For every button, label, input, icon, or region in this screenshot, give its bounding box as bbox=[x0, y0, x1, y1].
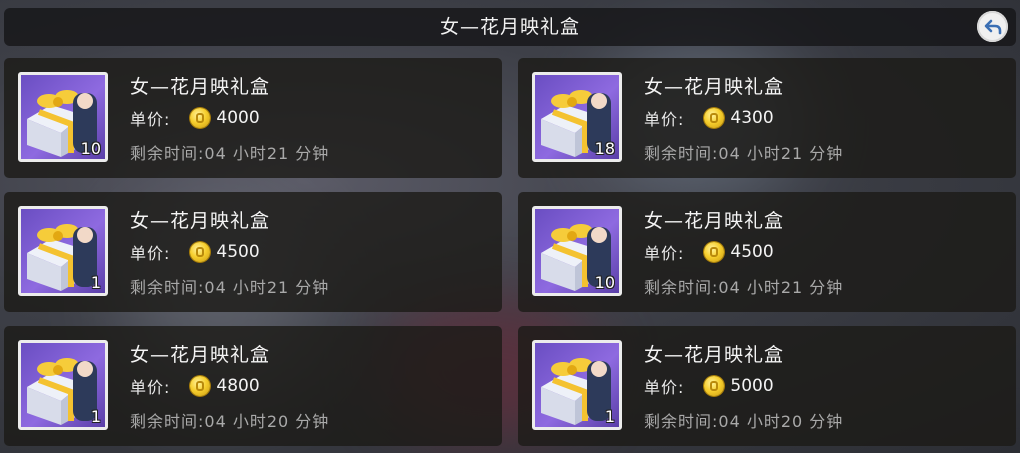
listing-card[interactable]: 18 女—花月映礼盒 单价: 4300 剩余时间: 04 小时21 分钟 bbox=[518, 58, 1016, 178]
gift-box-icon: 1 bbox=[18, 340, 108, 430]
price-label: 单价: bbox=[644, 244, 685, 263]
item-name: 女—花月映礼盒 bbox=[644, 210, 785, 232]
price-label: 单价: bbox=[644, 378, 685, 397]
listing-grid: 10 女—花月映礼盒 单价: 4000 剩余时间: 04 小时21 分钟 18 … bbox=[4, 58, 1016, 448]
time-left: 04 小时20 分钟 bbox=[204, 412, 330, 431]
price-row: 单价: 4300 bbox=[644, 106, 774, 130]
time-label: 剩余时间: bbox=[644, 412, 719, 431]
item-name: 女—花月映礼盒 bbox=[644, 76, 785, 98]
listing-card[interactable]: 1 女—花月映礼盒 单价: 5000 剩余时间: 04 小时20 分钟 bbox=[518, 326, 1016, 446]
price-row: 单价: 4800 bbox=[130, 374, 260, 398]
page-title: 女—花月映礼盒 bbox=[439, 16, 580, 38]
price-value: 4800 bbox=[216, 376, 260, 396]
back-button[interactable] bbox=[977, 11, 1008, 42]
price-label: 单价: bbox=[130, 244, 171, 263]
price-row: 单价: 4000 bbox=[130, 106, 260, 130]
quantity-label: 10 bbox=[80, 139, 101, 158]
gold-coin-icon bbox=[190, 376, 211, 396]
time-label: 剩余时间: bbox=[130, 412, 205, 431]
quantity-label: 1 bbox=[90, 273, 101, 292]
time-left: 04 小时21 分钟 bbox=[718, 278, 844, 297]
time-row: 剩余时间: 04 小时21 分钟 bbox=[644, 274, 843, 298]
quantity-label: 10 bbox=[594, 273, 615, 292]
quantity-label: 1 bbox=[604, 407, 615, 426]
price-value: 5000 bbox=[730, 376, 774, 396]
price-row: 单价: 5000 bbox=[644, 374, 774, 398]
time-label: 剩余时间: bbox=[130, 278, 205, 297]
quantity-label: 1 bbox=[90, 407, 101, 426]
time-left: 04 小时21 分钟 bbox=[204, 278, 330, 297]
price-row: 单价: 4500 bbox=[644, 240, 774, 264]
price-label: 单价: bbox=[130, 110, 171, 129]
item-name: 女—花月映礼盒 bbox=[130, 76, 271, 98]
title-bar: 女—花月映礼盒 bbox=[4, 8, 1016, 46]
time-left: 04 小时21 分钟 bbox=[718, 144, 844, 163]
time-row: 剩余时间: 04 小时21 分钟 bbox=[130, 274, 329, 298]
gift-box-icon: 10 bbox=[18, 72, 108, 162]
quantity-label: 18 bbox=[594, 139, 615, 158]
price-value: 4500 bbox=[216, 242, 260, 262]
gold-coin-icon bbox=[704, 242, 725, 262]
gift-box-icon: 18 bbox=[532, 72, 622, 162]
gold-coin-icon bbox=[704, 376, 725, 396]
price-row: 单价: 4500 bbox=[130, 240, 260, 264]
time-row: 剩余时间: 04 小时20 分钟 bbox=[130, 408, 329, 432]
listing-card[interactable]: 10 女—花月映礼盒 单价: 4000 剩余时间: 04 小时21 分钟 bbox=[4, 58, 502, 178]
listing-card[interactable]: 1 女—花月映礼盒 单价: 4800 剩余时间: 04 小时20 分钟 bbox=[4, 326, 502, 446]
gift-box-icon: 1 bbox=[18, 206, 108, 296]
price-value: 4000 bbox=[216, 108, 260, 128]
time-label: 剩余时间: bbox=[644, 278, 719, 297]
listing-card[interactable]: 1 女—花月映礼盒 单价: 4500 剩余时间: 04 小时21 分钟 bbox=[4, 192, 502, 312]
gold-coin-icon bbox=[704, 108, 725, 128]
gift-box-icon: 1 bbox=[532, 340, 622, 430]
back-arrow-icon bbox=[984, 19, 1001, 34]
item-name: 女—花月映礼盒 bbox=[130, 210, 271, 232]
time-row: 剩余时间: 04 小时21 分钟 bbox=[644, 140, 843, 164]
price-label: 单价: bbox=[130, 378, 171, 397]
listing-card[interactable]: 10 女—花月映礼盒 单价: 4500 剩余时间: 04 小时21 分钟 bbox=[518, 192, 1016, 312]
time-label: 剩余时间: bbox=[644, 144, 719, 163]
gold-coin-icon bbox=[190, 242, 211, 262]
item-name: 女—花月映礼盒 bbox=[644, 344, 785, 366]
gift-box-icon: 10 bbox=[532, 206, 622, 296]
item-name: 女—花月映礼盒 bbox=[130, 344, 271, 366]
time-row: 剩余时间: 04 小时20 分钟 bbox=[644, 408, 843, 432]
time-label: 剩余时间: bbox=[130, 144, 205, 163]
price-value: 4300 bbox=[730, 108, 774, 128]
time-row: 剩余时间: 04 小时21 分钟 bbox=[130, 140, 329, 164]
time-left: 04 小时21 分钟 bbox=[204, 144, 330, 163]
price-value: 4500 bbox=[730, 242, 774, 262]
price-label: 单价: bbox=[644, 110, 685, 129]
gold-coin-icon bbox=[190, 108, 211, 128]
time-left: 04 小时20 分钟 bbox=[718, 412, 844, 431]
